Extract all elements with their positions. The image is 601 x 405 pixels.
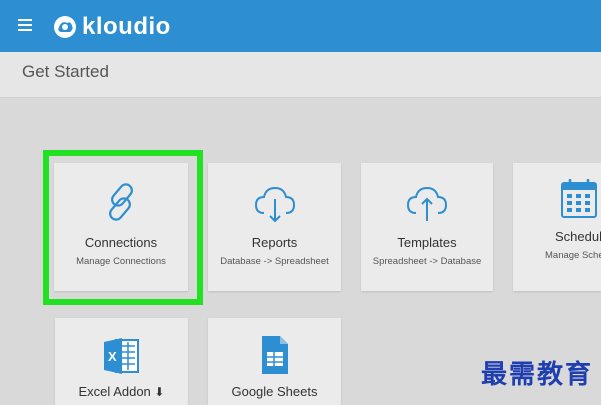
card-subtitle: Spreadsheet -> Database (372, 256, 482, 267)
download-icon: ⬇ (154, 385, 165, 399)
google-sheets-card[interactable]: Google Sheets (208, 318, 341, 405)
card-title: Templates (397, 235, 457, 250)
cloud-upload-icon (406, 186, 448, 221)
watermark-text: 最需教育 (480, 360, 593, 390)
page-header: Get Started (0, 52, 601, 98)
card-title: Excel Addon ⬇ (55, 384, 188, 399)
templates-card[interactable]: Templates Spreadsheet -> Database (361, 163, 493, 291)
excel-icon: X (103, 338, 139, 374)
excel-addon-card[interactable]: X Excel Addon ⬇ (55, 318, 188, 405)
card-title-text: Excel Addon (78, 384, 151, 399)
reports-card[interactable]: Reports Database -> Spreadsheet (208, 163, 341, 291)
google-sheets-icon (261, 336, 288, 374)
schedules-card[interactable]: Schedules Manage Schedu (513, 163, 601, 291)
hamburger-menu-icon[interactable] (18, 18, 32, 32)
kloudio-logo[interactable]: kloudio (52, 10, 171, 44)
calendar-icon (561, 179, 597, 218)
card-title: Schedules (555, 229, 601, 244)
card-subtitle: Database -> Spreadsheet (220, 256, 329, 267)
kloudio-logo-icon (54, 16, 76, 38)
card-subtitle: Manage Schedu (545, 250, 601, 261)
page-title: Get Started (22, 62, 109, 81)
card-title: Reports (251, 235, 298, 250)
cloud-download-icon (254, 186, 295, 223)
card-title: Google Sheets (231, 384, 318, 399)
svg-text:X: X (108, 349, 117, 364)
top-app-bar: kloudio (0, 0, 601, 52)
logo-text: kloudio (82, 13, 171, 40)
highlight-box (43, 150, 203, 305)
